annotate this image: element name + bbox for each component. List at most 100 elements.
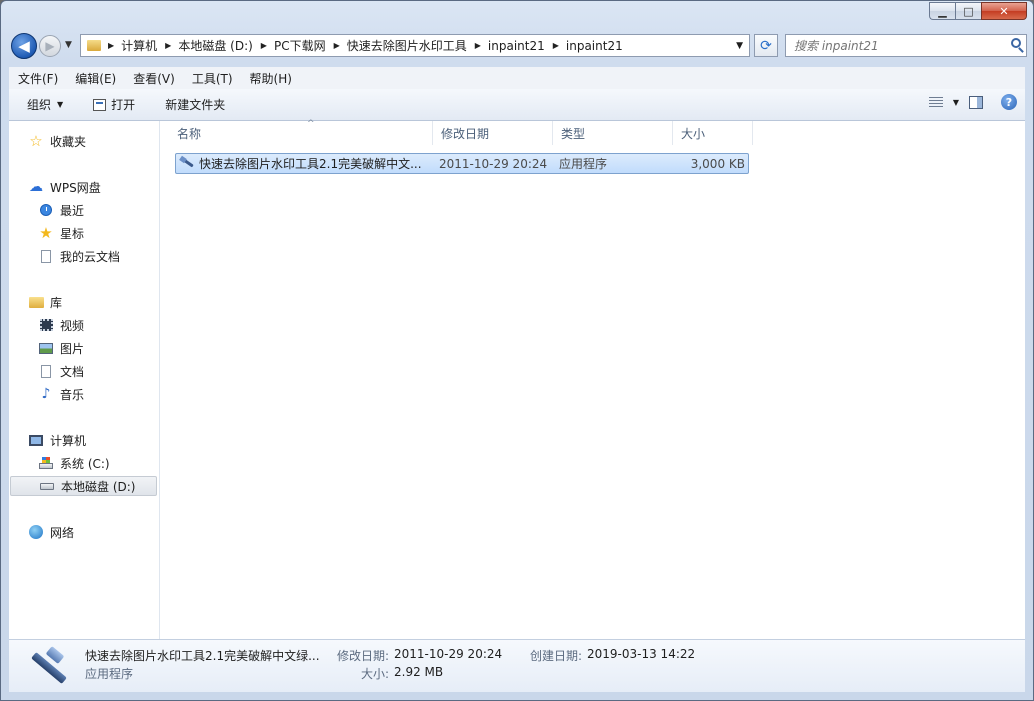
- file-list[interactable]: 名称 ^ 修改日期 类型 大小 快速去除图片水印工具2.1完美破解中文... 2…: [160, 119, 1025, 640]
- sidebar-item-label: 库: [50, 295, 63, 310]
- details-file-name: 快速去除图片水印工具2.1完美破解中文绿...: [85, 649, 320, 663]
- details-size-label: 大小:: [361, 667, 390, 681]
- forward-button[interactable]: ▶: [39, 35, 61, 57]
- sidebar-item-label: 音乐: [60, 387, 85, 402]
- column-header-modified[interactable]: 修改日期: [433, 121, 553, 145]
- menu-edit[interactable]: 编辑(E): [66, 70, 124, 87]
- sidebar-item-favorites[interactable]: ☆ 收藏夹: [28, 131, 86, 151]
- sidebar-item-label: 系统 (C:): [60, 456, 110, 471]
- chevron-down-icon: ▼: [57, 100, 64, 109]
- breadcrumb-chevron-icon[interactable]: ▶: [475, 41, 481, 50]
- library-folder-icon: [28, 294, 44, 310]
- application-icon: [179, 155, 195, 174]
- organize-button[interactable]: 组织 ▼: [27, 96, 63, 113]
- sidebar-item-label: 星标: [60, 226, 85, 241]
- sidebar-item-label: 计算机: [50, 433, 87, 448]
- sidebar-item-library[interactable]: 库: [28, 292, 62, 312]
- film-icon: [38, 317, 54, 333]
- sidebar-item-cloud-docs[interactable]: 我的云文档: [38, 246, 120, 266]
- address-dropdown-icon[interactable]: ▼: [736, 41, 743, 51]
- open-icon: [93, 98, 107, 111]
- breadcrumb-chevron-icon[interactable]: ▶: [334, 41, 340, 50]
- minimize-button[interactable]: ▁: [929, 2, 955, 20]
- view-options-icon[interactable]: [928, 96, 943, 108]
- sidebar-item-starred[interactable]: ★ 星标: [38, 223, 84, 243]
- column-header-label: 类型: [561, 126, 586, 141]
- preview-pane-icon[interactable]: [969, 95, 983, 109]
- sidebar-item-computer[interactable]: 计算机: [28, 430, 86, 450]
- menu-bar: 文件(F) 编辑(E) 查看(V) 工具(T) 帮助(H): [9, 67, 1025, 90]
- breadcrumb-inpaint21[interactable]: inpaint21: [488, 39, 545, 53]
- music-note-icon: ♪: [41, 386, 51, 402]
- address-bar[interactable]: ▶ 计算机 ▶ 本地磁盘 (D:) ▶ PC下载网 ▶ 快速去除图片水印工具 ▶…: [80, 34, 750, 57]
- sidebar-item-label: 图片: [60, 341, 85, 356]
- cloud-icon: ☁: [29, 179, 43, 195]
- new-folder-button[interactable]: 新建文件夹: [165, 96, 225, 113]
- search-input[interactable]: [786, 37, 1006, 54]
- picture-icon: [38, 340, 54, 356]
- menu-view[interactable]: 查看(V): [124, 70, 183, 87]
- breadcrumb-computer[interactable]: 计算机: [121, 37, 157, 54]
- computer-icon: [28, 432, 44, 448]
- star-icon: ★: [39, 223, 53, 242]
- network-icon: [28, 524, 44, 540]
- sidebar-item-label: 最近: [60, 203, 85, 218]
- close-button[interactable]: ✕: [981, 2, 1027, 20]
- navigation-row: ◀ ▶ ▼ ▶ 计算机 ▶ 本地磁盘 (D:) ▶ PC下载网 ▶ 快速去除图片…: [9, 32, 1027, 60]
- breadcrumb-chevron-icon[interactable]: ▶: [261, 41, 267, 50]
- sidebar-item-drive-c[interactable]: 系统 (C:): [38, 453, 110, 473]
- maximize-button[interactable]: □: [955, 2, 981, 20]
- breadcrumb-chevron-icon[interactable]: ▶: [553, 41, 559, 50]
- sidebar-item-music[interactable]: ♪ 音乐: [38, 384, 84, 404]
- search-icon[interactable]: [1011, 38, 1021, 48]
- sidebar-item-documents[interactable]: 文档: [38, 361, 84, 381]
- sidebar-item-wps[interactable]: ☁ WPS网盘: [28, 177, 101, 197]
- column-header-size[interactable]: 大小: [673, 121, 753, 145]
- breadcrumb-pc-download[interactable]: PC下载网: [274, 37, 326, 54]
- refresh-button[interactable]: ⟳: [754, 34, 778, 57]
- document-icon: [38, 363, 54, 379]
- recent-pages-dropdown-icon[interactable]: ▼: [65, 40, 72, 50]
- sidebar-item-recent[interactable]: 最近: [38, 200, 84, 220]
- menu-file[interactable]: 文件(F): [9, 70, 66, 87]
- back-button[interactable]: ◀: [11, 33, 37, 59]
- menu-tools[interactable]: 工具(T): [183, 70, 241, 87]
- details-size-value: 2.92 MB: [394, 665, 444, 679]
- file-name: 快速去除图片水印工具2.1完美破解中文...: [199, 157, 422, 171]
- open-button[interactable]: 打开: [93, 96, 135, 113]
- column-header-label: 名称: [177, 126, 202, 141]
- details-created-value: 2019-03-13 14:22: [587, 647, 696, 661]
- search-box[interactable]: [785, 34, 1027, 57]
- file-modified: 2011-10-29 20:24: [439, 156, 548, 171]
- file-row[interactable]: 快速去除图片水印工具2.1完美破解中文... 2011-10-29 20:24 …: [175, 153, 749, 174]
- details-modified-value: 2011-10-29 20:24: [394, 647, 503, 661]
- sidebar-item-label: 本地磁盘 (D:): [61, 479, 136, 494]
- breadcrumb-inpaint21-current[interactable]: inpaint21: [566, 39, 623, 53]
- navigation-pane[interactable]: ☆ 收藏夹 ☁ WPS网盘 最近 ★ 星标 我的云文档 库 视频 图片 文档 ♪…: [9, 121, 160, 640]
- details-pane: 快速去除图片水印工具2.1完美破解中文绿... 应用程序 修改日期: 2011-…: [9, 639, 1025, 692]
- drive-icon: [39, 478, 55, 494]
- sort-ascending-icon: ^: [307, 119, 315, 129]
- breadcrumb-watermark-tool[interactable]: 快速去除图片水印工具: [347, 37, 467, 54]
- column-header-name[interactable]: 名称 ^: [169, 119, 433, 145]
- new-folder-label: 新建文件夹: [165, 98, 226, 112]
- column-header-label: 大小: [681, 126, 706, 141]
- breadcrumb-chevron-icon[interactable]: ▶: [108, 41, 114, 50]
- breadcrumb-chevron-icon[interactable]: ▶: [165, 41, 171, 50]
- menu-help[interactable]: 帮助(H): [241, 70, 300, 87]
- help-icon[interactable]: ?: [1001, 94, 1017, 110]
- sidebar-item-label: 收藏夹: [50, 134, 87, 149]
- column-header-type[interactable]: 类型: [553, 121, 673, 145]
- content-area: ☆ 收藏夹 ☁ WPS网盘 最近 ★ 星标 我的云文档 库 视频 图片 文档 ♪…: [9, 119, 1025, 640]
- breadcrumb-drive-d[interactable]: 本地磁盘 (D:): [178, 37, 252, 54]
- sidebar-item-network[interactable]: 网络: [28, 522, 74, 542]
- sidebar-item-drive-d[interactable]: 本地磁盘 (D:): [10, 476, 157, 496]
- command-bar: 组织 ▼ 打开 新建文件夹 ▼ ?: [9, 89, 1025, 121]
- details-modified-label: 修改日期:: [337, 649, 390, 663]
- sidebar-item-label: 我的云文档: [60, 249, 121, 264]
- chevron-down-icon[interactable]: ▼: [953, 98, 959, 107]
- sidebar-item-pictures[interactable]: 图片: [38, 338, 84, 358]
- details-file-type: 应用程序: [85, 667, 134, 681]
- sidebar-item-videos[interactable]: 视频: [38, 315, 84, 335]
- open-label: 打开: [111, 98, 136, 112]
